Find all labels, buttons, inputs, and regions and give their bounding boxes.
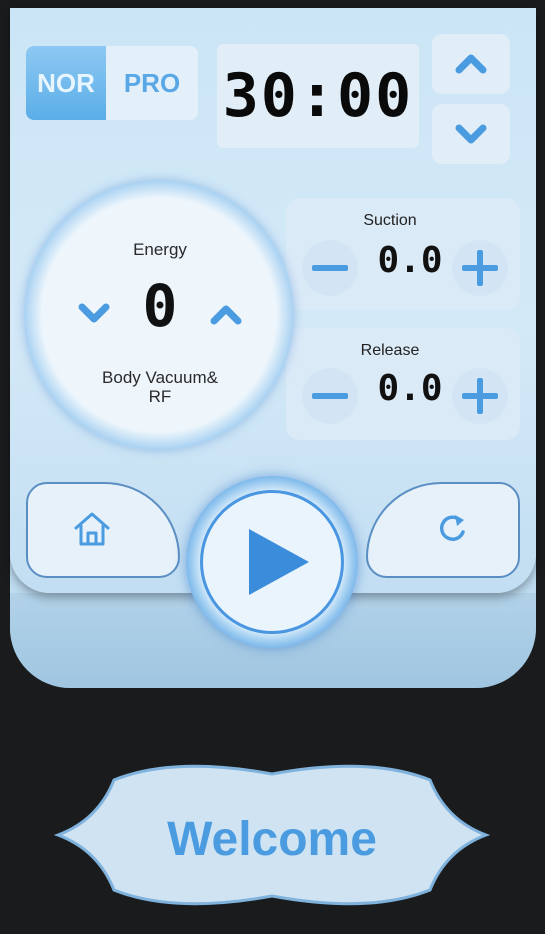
release-plus-button[interactable]	[452, 368, 508, 424]
chevron-up-icon	[210, 305, 242, 325]
program-name: Body Vacuum& RF	[102, 368, 218, 406]
play-icon	[249, 529, 309, 595]
energy-down-button[interactable]	[74, 298, 114, 328]
timer-down-button[interactable]	[432, 104, 510, 164]
energy-up-button[interactable]	[206, 300, 246, 330]
timer-display: 30:00	[217, 44, 419, 148]
suction-plus-button[interactable]	[452, 240, 508, 296]
home-icon	[74, 512, 110, 546]
suction-value: 0.0	[377, 240, 443, 281]
suction-minus-button[interactable]	[302, 240, 358, 296]
energy-value: 0	[142, 272, 178, 340]
suction-label: Suction	[363, 212, 417, 229]
mode-pro-button[interactable]: PRO	[112, 46, 192, 120]
minus-icon	[312, 265, 348, 271]
minus-icon	[312, 393, 348, 399]
energy-label: Energy	[133, 240, 187, 259]
mode-toggle: NOR PRO	[26, 46, 198, 120]
refresh-icon	[440, 515, 465, 541]
chevron-up-icon	[455, 54, 487, 74]
chevron-down-icon	[78, 303, 110, 323]
plus-icon	[462, 250, 498, 286]
mode-nor-button[interactable]: NOR	[26, 46, 106, 120]
release-value: 0.0	[377, 368, 443, 409]
timer-value: 30:00	[222, 61, 414, 131]
release-minus-button[interactable]	[302, 368, 358, 424]
plus-icon	[462, 378, 498, 414]
chevron-down-icon	[455, 124, 487, 144]
release-label: Release	[360, 342, 420, 359]
play-button[interactable]	[200, 490, 344, 634]
timer-up-button[interactable]	[432, 34, 510, 94]
welcome-text: Welcome	[167, 813, 377, 866]
